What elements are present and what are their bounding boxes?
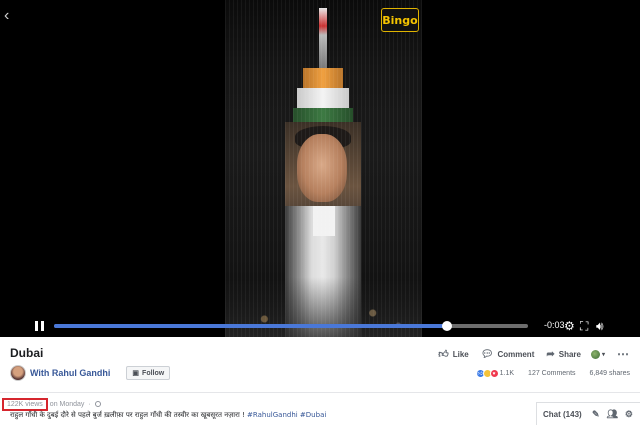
progress-scrubber[interactable] (442, 321, 453, 331)
chat-settings-icon[interactable]: ⚙ (625, 409, 633, 420)
post-caption: राहुल गाँधी के दुबई दौरे से पहले बुर्ज ख… (10, 411, 510, 420)
comment-label: Comment (497, 349, 535, 359)
comment-icon: 💬︎ (480, 348, 494, 360)
divider (0, 392, 640, 393)
caption-text: राहुल गाँधी के दुबई दौरे से पहले बुर्ज ख… (10, 411, 245, 419)
shares-count[interactable]: 6,849 shares (590, 370, 630, 377)
share-icon: ➦ (546, 348, 555, 360)
post-header: Dubai 👍︎ Like 💬︎ Comment ➦ Share ▾ ⋯ (10, 346, 630, 362)
player-controls: -0:03 ⚙ ⛶ 🔊︎ (0, 315, 640, 337)
audience-selector[interactable]: ▾ (590, 349, 605, 359)
page-name-link[interactable]: With Rahul Gandhi (30, 368, 110, 378)
engagement-stats: 👍︎ ♥ 1.1K 127 Comments 6,849 shares (475, 369, 630, 378)
video-title: Dubai (10, 346, 44, 360)
globe-icon (590, 349, 600, 359)
follow-icon: ▣ (132, 370, 140, 377)
follow-label: Follow (142, 369, 165, 377)
follow-button[interactable]: ▣ Follow (126, 366, 171, 380)
time-remaining: -0:03 (544, 320, 565, 330)
progress-fill (54, 324, 448, 328)
page-info: With Rahul Gandhi ▣ Follow (10, 364, 171, 382)
more-icon[interactable]: ⋯ (617, 347, 630, 361)
compose-icon[interactable]: ✎ (592, 409, 600, 420)
video-frame[interactable] (225, 0, 422, 337)
settings-gear-icon[interactable]: ⚙ (564, 319, 575, 333)
pause-icon[interactable] (35, 321, 44, 331)
like-label: Like (452, 349, 469, 359)
reactions-count[interactable]: 1.1K (500, 370, 514, 377)
video-player[interactable]: ‹ Bingo -0:03 ⚙ ⛶ 🔊︎ (0, 0, 640, 337)
view-count: 122K views (2, 397, 48, 411)
comment-button[interactable]: 💬︎ Comment (481, 349, 535, 360)
comments-count[interactable]: 127 Comments (528, 370, 575, 377)
post-date[interactable]: on Monday (50, 401, 85, 408)
back-arrow-icon[interactable]: ‹ (4, 8, 9, 24)
like-button[interactable]: 👍︎ Like (438, 348, 468, 360)
fullscreen-icon[interactable]: ⛶ (580, 319, 588, 333)
love-reaction-icon: ♥ (489, 369, 499, 378)
share-button[interactable]: ➦ Share (546, 349, 581, 360)
chat-label: Chat (143) (543, 409, 582, 419)
reaction-icons[interactable]: 👍︎ ♥ (475, 369, 499, 378)
watermark-logo: Bingo (381, 8, 419, 32)
contacts-icon[interactable]: 👥︎ (606, 409, 617, 420)
public-icon (94, 401, 101, 407)
post-meta: 122K views on Monday · (2, 397, 101, 411)
like-icon: 👍︎ (438, 349, 449, 360)
chevron-down-icon: ▾ (601, 351, 605, 358)
chat-bar[interactable]: Chat (143) ✎ 👥︎ ⚙ (536, 402, 640, 425)
volume-icon[interactable]: 🔊︎ (596, 319, 604, 333)
hashtag-links[interactable]: #RahulGandhi #Dubai (247, 411, 326, 419)
post-actions: 👍︎ Like 💬︎ Comment ➦ Share ▾ ⋯ (426, 347, 630, 361)
avatar[interactable] (10, 365, 26, 381)
share-label: Share (558, 349, 581, 359)
progress-bar[interactable] (54, 321, 528, 331)
